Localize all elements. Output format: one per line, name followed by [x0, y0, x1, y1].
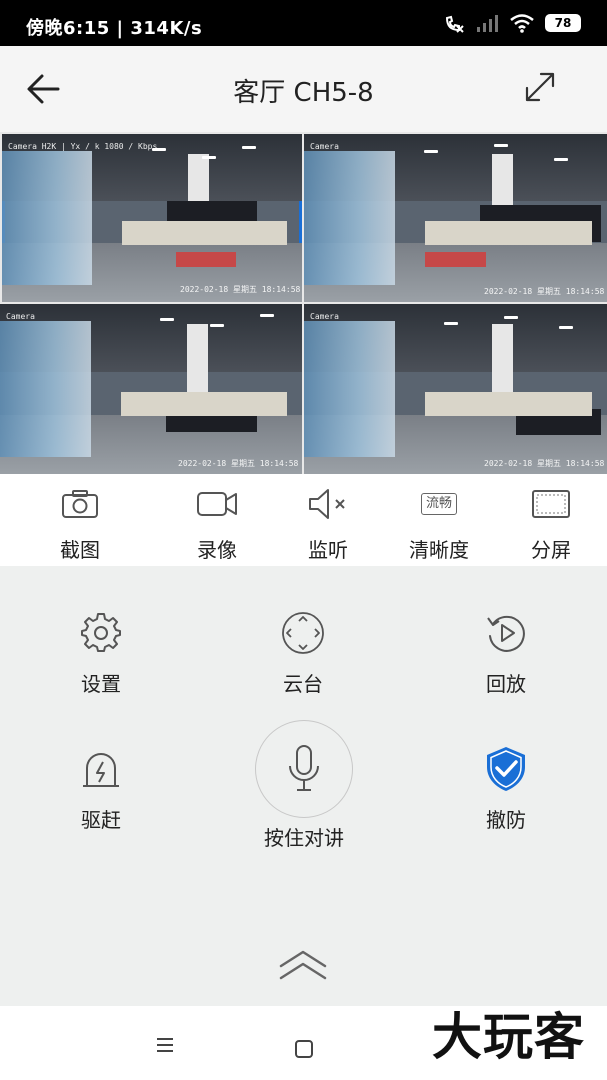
video-tile-3[interactable]: Camera 2022-02-18 星期五 18:14:58 [0, 304, 302, 474]
signal-icon [477, 15, 498, 32]
status-time: 傍晚6:15 | 314K/s [26, 18, 203, 39]
push-to-talk-label: 按住对讲 [264, 826, 344, 850]
quality-button[interactable]: 流畅 清晰度 [384, 486, 494, 563]
video-camera-icon [197, 492, 237, 516]
fullscreen-icon[interactable] [521, 68, 559, 106]
speaker-muted-icon [309, 489, 345, 519]
disarm-button[interactable]: 撤防 [446, 746, 566, 833]
home-button[interactable] [295, 1040, 313, 1058]
deter-button[interactable]: 驱赶 [41, 746, 161, 833]
record-label: 录像 [197, 538, 237, 562]
ptz-direction-icon [282, 612, 324, 654]
split-screen-label: 分屏 [531, 538, 571, 562]
video-tile-4[interactable]: Camera 2022-02-18 星期五 18:14:58 [304, 304, 607, 474]
playback-icon [487, 615, 525, 652]
status-icons: 78 [443, 12, 581, 34]
shield-check-icon [487, 747, 525, 791]
control-panel: 设置 云台 回放 驱赶 按住对讲 撤防 [0, 566, 607, 1006]
playback-label: 回放 [486, 672, 526, 696]
disarm-label: 撤防 [486, 808, 526, 832]
video-tile-1[interactable]: Camera H2K | Yx / k 1080 / Kbps 2022-02-… [2, 134, 302, 302]
camera-icon [62, 490, 98, 518]
app-header: 客厅 CH5-8 [0, 46, 607, 132]
alarm-light-icon [83, 753, 119, 787]
split-screen-button[interactable]: 分屏 [496, 486, 606, 563]
video-osd-timestamp: 2022-02-18 星期五 18:14:58 [180, 285, 301, 294]
listen-button[interactable]: 监听 [273, 486, 383, 563]
video-osd-title: Camera H2K | Yx / k 1080 / Kbps [8, 142, 158, 151]
video-osd-timestamp: 2022-02-18 星期五 18:14:58 [178, 459, 299, 468]
ptz-label: 云台 [283, 672, 323, 696]
player-toolbar: 截图 录像 监听 流畅 清晰度 分屏 [0, 474, 607, 566]
record-button[interactable]: 录像 [162, 486, 272, 563]
screenshot-button[interactable]: 截图 [25, 486, 135, 563]
menu-icon[interactable] [155, 1036, 175, 1054]
split-screen-icon [532, 490, 570, 518]
settings-button[interactable]: 设置 [41, 610, 161, 697]
settings-label: 设置 [81, 672, 121, 696]
status-bar: 傍晚6:15 | 314K/s 78 [0, 0, 607, 46]
chevron-up-icon[interactable] [273, 944, 333, 984]
video-osd-timestamp: 2022-02-18 星期五 18:14:58 [484, 459, 605, 468]
call-muted-icon [445, 15, 464, 33]
wifi-icon [510, 14, 534, 33]
quality-label: 清晰度 [409, 538, 469, 562]
screenshot-label: 截图 [60, 538, 100, 562]
deter-label: 驱赶 [81, 808, 121, 832]
video-osd-title: Camera [310, 312, 339, 321]
microphone-icon [289, 745, 319, 791]
push-to-talk-button[interactable] [255, 720, 353, 818]
page-title: 客厅 CH5-8 [233, 78, 374, 108]
battery-indicator: 78 [545, 14, 581, 32]
listen-label: 监听 [308, 538, 348, 562]
system-nav-bar: 大玩客 [0, 1006, 607, 1080]
video-osd-title: Camera [310, 142, 339, 151]
quality-badge: 流畅 [420, 493, 457, 515]
watermark: 大玩客 [432, 1008, 585, 1066]
video-grid: Camera H2K | Yx / k 1080 / Kbps 2022-02-… [0, 132, 607, 474]
gear-icon [81, 613, 121, 652]
playback-button[interactable]: 回放 [446, 610, 566, 697]
ptz-button[interactable]: 云台 [243, 610, 363, 697]
video-osd-timestamp: 2022-02-18 星期五 18:14:58 [484, 287, 605, 296]
video-osd-title: Camera [6, 312, 35, 321]
video-tile-2[interactable]: Camera 2022-02-18 星期五 18:14:58 [304, 134, 607, 302]
